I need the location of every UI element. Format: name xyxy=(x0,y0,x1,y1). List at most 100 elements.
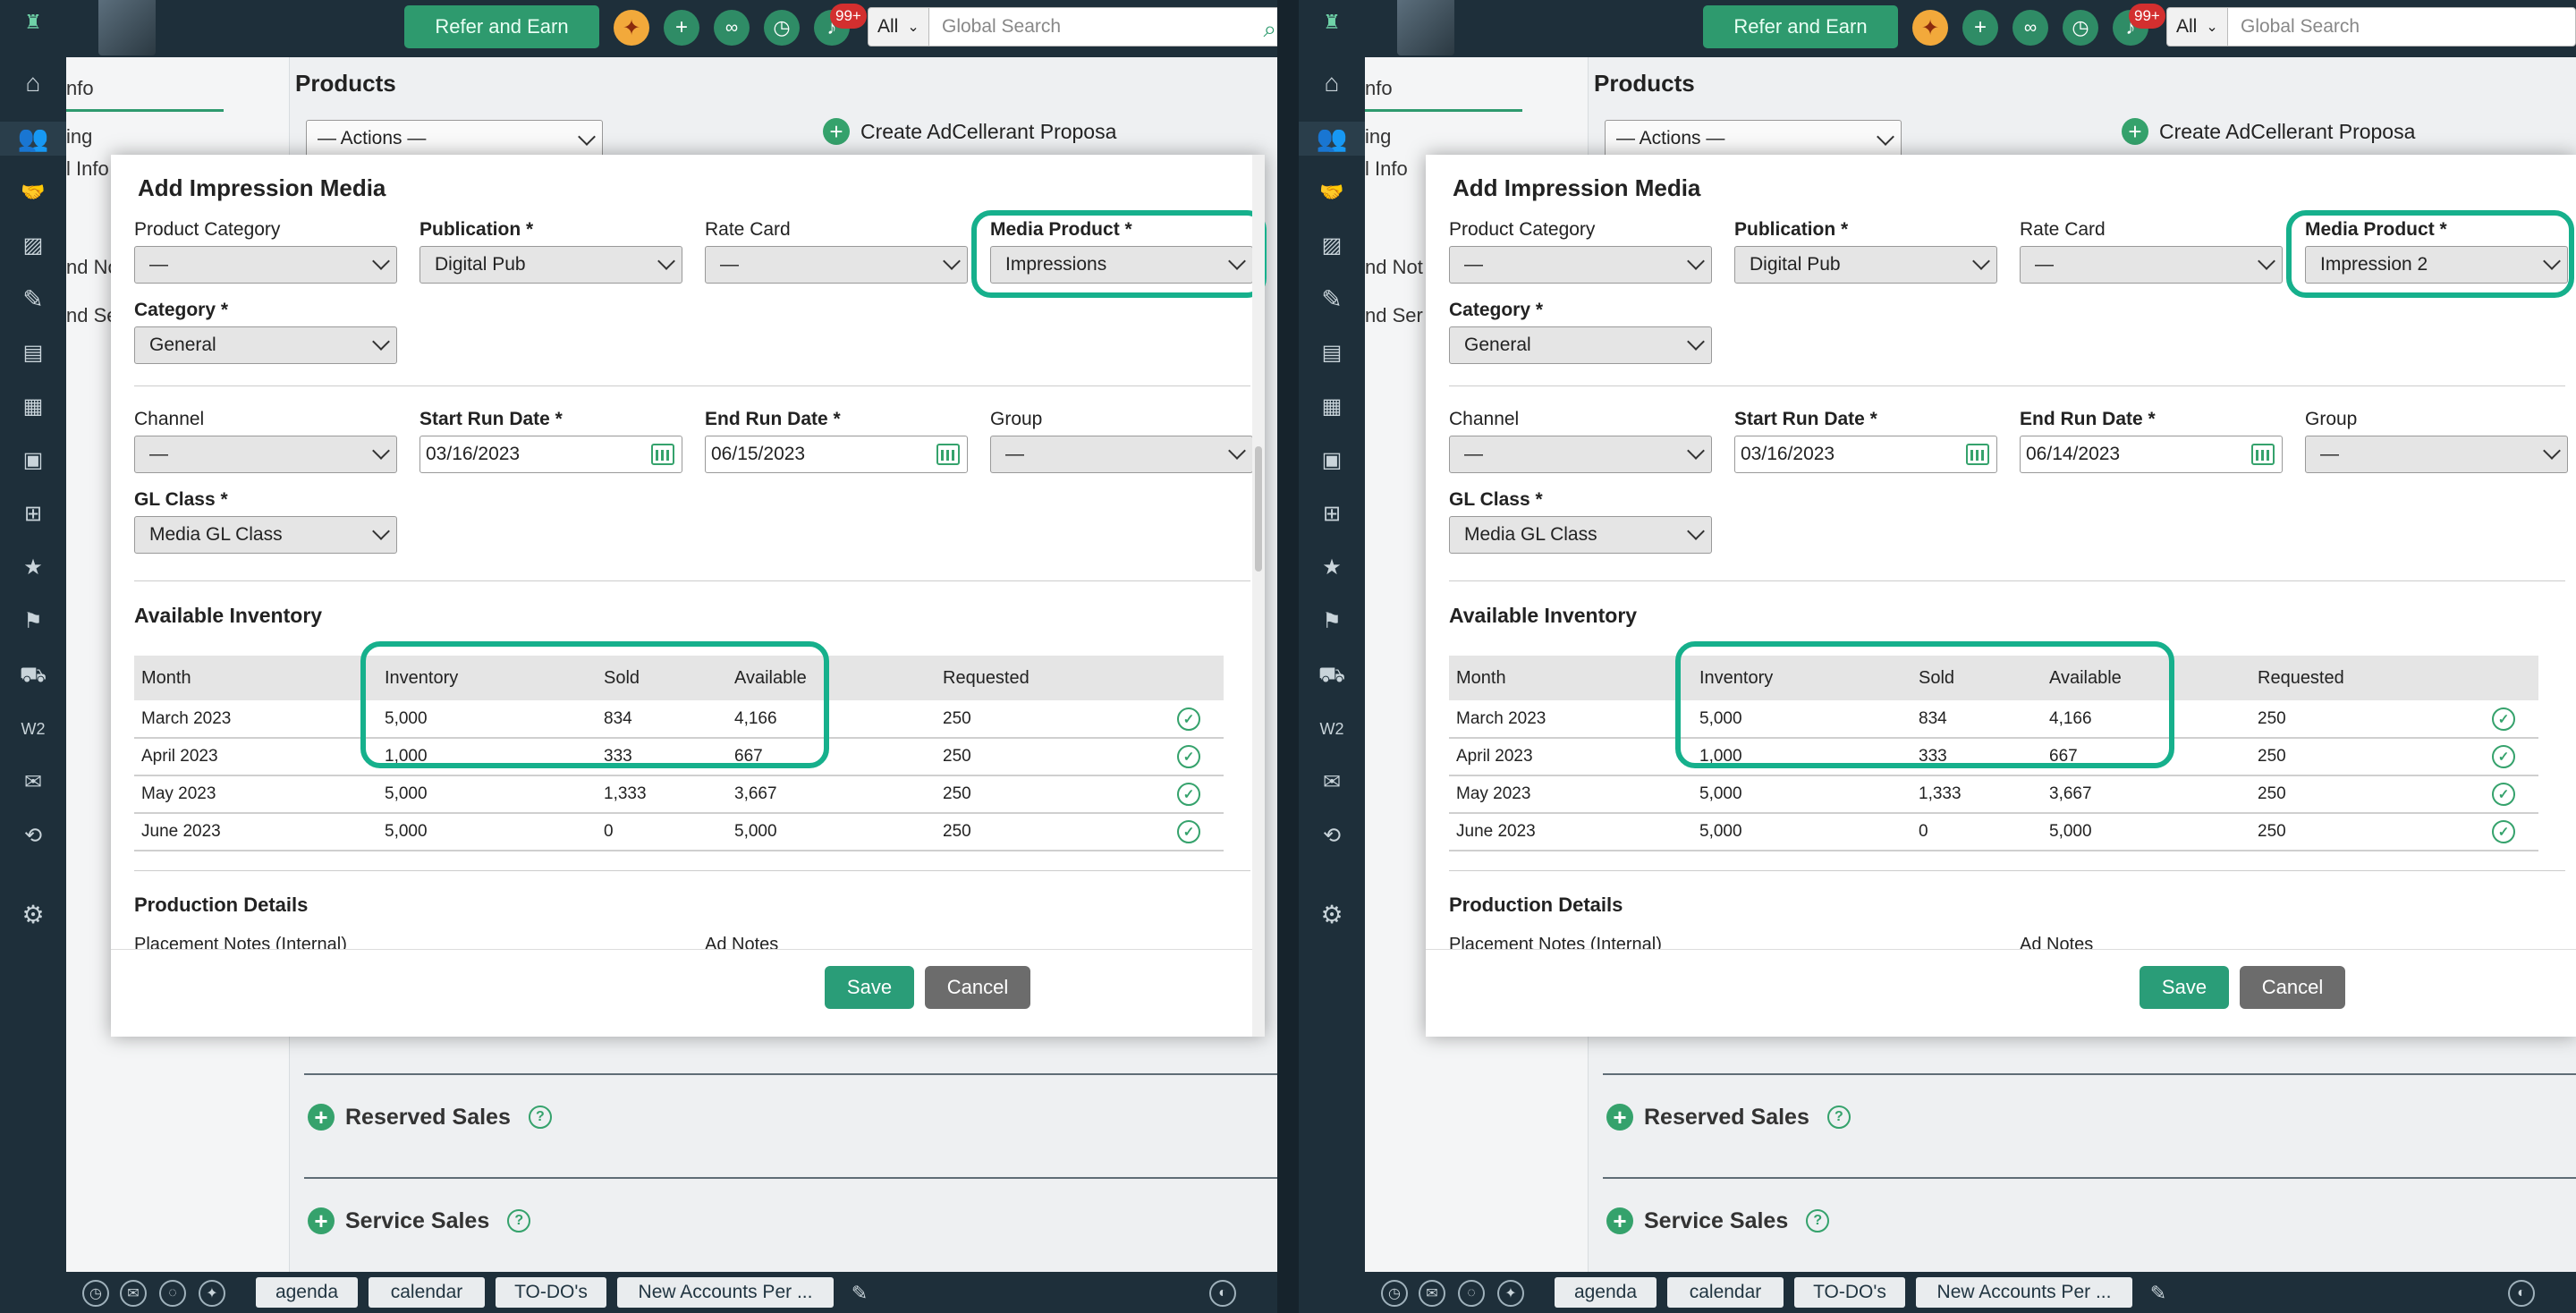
party-icon[interactable]: ✦ xyxy=(614,10,649,46)
reserved-sales-section[interactable]: + Reserved Sales? xyxy=(308,1104,552,1131)
plus-circle-icon[interactable]: + xyxy=(308,1104,335,1131)
media-product-select[interactable]: Impression 2 xyxy=(2305,246,2568,284)
gear-icon[interactable]: ⚙ xyxy=(1315,898,1349,932)
w2-icon[interactable]: W2 xyxy=(1315,712,1349,746)
media-icon[interactable]: ▦ xyxy=(16,390,50,424)
calendar-icon[interactable] xyxy=(1966,444,1989,465)
tab-new-accounts[interactable]: New Accounts Per ... xyxy=(1916,1277,2132,1308)
record-tab[interactable]: l Info xyxy=(66,157,109,181)
tab-agenda[interactable]: agenda xyxy=(1555,1277,1657,1308)
mail-icon[interactable]: ✉ xyxy=(1419,1280,1445,1307)
calendar-icon[interactable] xyxy=(651,444,674,465)
category-select[interactable]: General xyxy=(134,326,397,364)
mail-icon[interactable]: ✉ xyxy=(1315,766,1349,800)
swap-icon[interactable]: ⟲ xyxy=(1315,819,1349,853)
cart-icon[interactable]: ⊞ xyxy=(16,497,50,531)
tab-calendar[interactable]: calendar xyxy=(369,1277,485,1308)
save-button[interactable]: Save xyxy=(2140,966,2229,1009)
chat-icon[interactable]: ◌ xyxy=(159,1280,186,1307)
party-icon[interactable]: ✦ xyxy=(1497,1280,1524,1307)
group-select[interactable]: — xyxy=(2305,436,2568,473)
image-icon[interactable]: ▨ xyxy=(1315,229,1349,263)
product-category-select[interactable]: — xyxy=(134,246,397,284)
record-tab[interactable]: l Info xyxy=(1365,157,1408,181)
clipboard-icon[interactable]: ▣ xyxy=(1315,444,1349,478)
calendar-star-icon[interactable]: ★ xyxy=(16,551,50,585)
plus-icon[interactable]: + xyxy=(664,10,699,46)
scrollbar-thumb[interactable] xyxy=(1255,446,1262,572)
gl-class-select[interactable]: Media GL Class xyxy=(1449,516,1712,554)
w2-icon[interactable]: W2 xyxy=(16,712,50,746)
start-run-date-input[interactable]: 03/16/2023 xyxy=(1734,436,1997,473)
tab-new-accounts[interactable]: New Accounts Per ... xyxy=(617,1277,834,1308)
clock-icon[interactable]: ◷ xyxy=(1381,1280,1408,1307)
ticket-icon[interactable]: ✎ xyxy=(1315,283,1349,317)
service-sales-section[interactable]: + Service Sales? xyxy=(1606,1207,1830,1234)
mailbox-icon[interactable]: ⚑ xyxy=(16,605,50,639)
chat-icon[interactable]: ◌ xyxy=(1458,1280,1485,1307)
mail-icon[interactable]: ✉ xyxy=(120,1280,147,1307)
clipboard-icon[interactable]: ▣ xyxy=(16,444,50,478)
reserved-sales-section[interactable]: + Reserved Sales? xyxy=(1606,1104,1851,1131)
plus-circle-icon[interactable]: + xyxy=(1606,1207,1633,1234)
channel-select[interactable]: — xyxy=(134,436,397,473)
handshake-icon[interactable]: 🤝 xyxy=(1315,175,1349,209)
cancel-button[interactable]: Cancel xyxy=(925,966,1030,1009)
actions-select[interactable]: — Actions — xyxy=(1605,120,1902,157)
media-icon[interactable]: ▦ xyxy=(1315,390,1349,424)
start-run-date-input[interactable]: 03/16/2023 xyxy=(419,436,682,473)
mail-icon[interactable]: ✉ xyxy=(16,766,50,800)
users-icon[interactable]: 👥 xyxy=(1299,122,1365,156)
record-tab[interactable]: nd Ser xyxy=(1365,304,1423,327)
help-icon[interactable]: ? xyxy=(507,1209,531,1233)
clock-icon[interactable]: ◷ xyxy=(764,10,800,46)
handshake-icon[interactable]: 🤝 xyxy=(16,175,50,209)
avatar[interactable] xyxy=(1397,0,1454,55)
app-logo-icon[interactable]: ♜ xyxy=(1317,7,1347,38)
link-icon[interactable]: ∞ xyxy=(714,10,750,46)
help-icon[interactable]: ? xyxy=(1826,1105,1851,1129)
rate-card-select[interactable]: — xyxy=(2020,246,2283,284)
help-icon[interactable]: ? xyxy=(528,1105,552,1129)
tab-calendar[interactable]: calendar xyxy=(1667,1277,1784,1308)
end-run-date-input[interactable]: 06/15/2023 xyxy=(705,436,968,473)
channel-select[interactable]: — xyxy=(1449,436,1712,473)
cart-icon[interactable]: ⊞ xyxy=(1315,497,1349,531)
calendar-icon[interactable] xyxy=(936,444,960,465)
record-tab[interactable]: nd Not xyxy=(1365,256,1423,279)
publication-select[interactable]: Digital Pub xyxy=(1734,246,1997,284)
global-search-input[interactable]: Global Search ⌕ xyxy=(928,7,1277,47)
modal-scrollbar[interactable] xyxy=(1252,155,1265,1037)
calendar-icon[interactable] xyxy=(2251,444,2275,465)
refer-and-earn-button[interactable]: Refer and Earn xyxy=(1703,5,1898,48)
home-icon[interactable]: ⌂ xyxy=(16,66,50,100)
truck-icon[interactable]: ⛟ xyxy=(1315,658,1349,692)
record-tab[interactable]: ing xyxy=(66,125,92,148)
ticket-icon[interactable]: ✎ xyxy=(16,283,50,317)
tab-todos[interactable]: TO-DO's xyxy=(1794,1277,1905,1308)
media-product-select[interactable]: Impressions xyxy=(990,246,1253,284)
mailbox-icon[interactable]: ⚑ xyxy=(1315,605,1349,639)
truck-icon[interactable]: ⛟ xyxy=(16,658,50,692)
refer-and-earn-button[interactable]: Refer and Earn xyxy=(404,5,599,48)
link-icon[interactable]: ∞ xyxy=(2012,10,2048,46)
pencil-icon[interactable]: ✎ xyxy=(2145,1280,2172,1307)
rate-card-select[interactable]: — xyxy=(705,246,968,284)
image-icon[interactable]: ▨ xyxy=(16,229,50,263)
record-tab[interactable]: ing xyxy=(1365,125,1391,148)
calendar-star-icon[interactable]: ★ xyxy=(1315,551,1349,585)
category-select[interactable]: General xyxy=(1449,326,1712,364)
create-proposal-link[interactable]: + Create AdCellerant Proposa xyxy=(823,118,1116,145)
search-icon[interactable]: ⌕ xyxy=(1263,15,1276,44)
global-search-input[interactable]: Global Search xyxy=(2227,7,2576,47)
save-button[interactable]: Save xyxy=(825,966,914,1009)
actions-select[interactable]: — Actions — xyxy=(306,120,603,157)
help-icon[interactable]: ? xyxy=(1806,1209,1830,1233)
record-tab[interactable]: nfo xyxy=(1365,77,1393,100)
document-icon[interactable]: ▤ xyxy=(16,336,50,370)
plus-icon[interactable]: + xyxy=(1962,10,1998,46)
pencil-icon[interactable]: ✎ xyxy=(846,1280,873,1307)
gear-icon[interactable]: ⚙ xyxy=(16,898,50,932)
create-proposal-link[interactable]: + Create AdCellerant Proposa xyxy=(2122,118,2415,145)
service-sales-section[interactable]: + Service Sales? xyxy=(308,1207,531,1234)
